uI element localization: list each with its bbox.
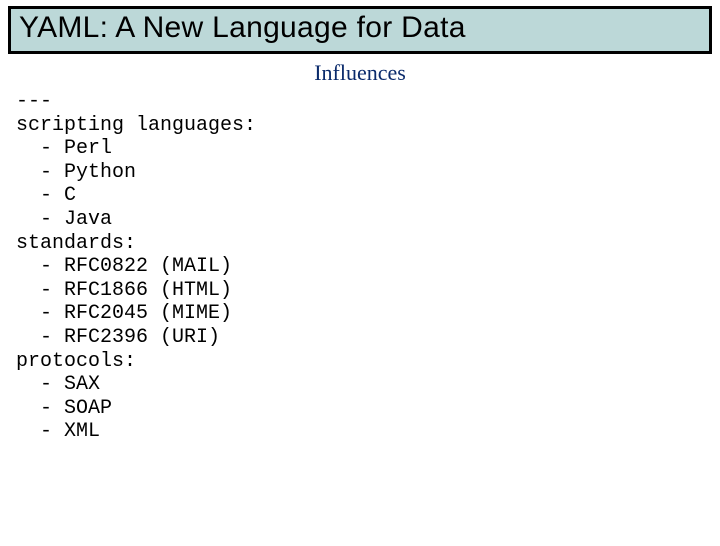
yaml-code-block: --- scripting languages: - Perl - Python… [16, 90, 720, 444]
section-heading: Influences [0, 60, 720, 86]
title-bar: YAML: A New Language for Data [8, 6, 712, 54]
page-title: YAML: A New Language for Data [19, 11, 701, 45]
